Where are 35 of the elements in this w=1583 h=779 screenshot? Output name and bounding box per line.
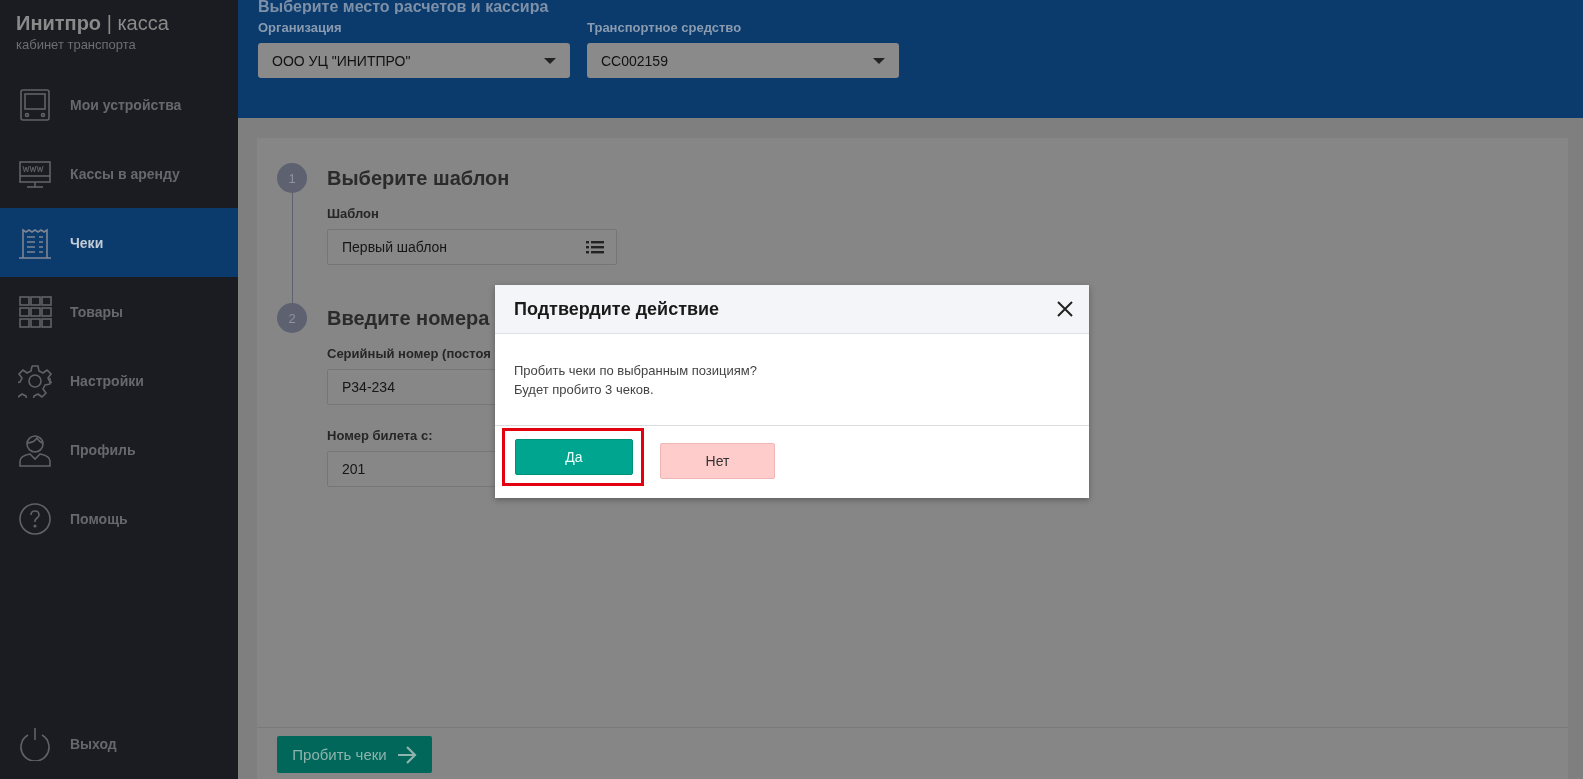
field-label: Шаблон bbox=[327, 205, 380, 223]
help-icon bbox=[18, 501, 52, 536]
select-field[interactable]: ООО УЦ "ИНИТПРО" bbox=[258, 43, 570, 78]
list-icon bbox=[586, 240, 604, 254]
brand-subtitle: кабинет транспорта bbox=[16, 37, 137, 52]
field-label: Транспортное средство bbox=[587, 20, 743, 35]
close-icon bbox=[1057, 301, 1073, 317]
settings-icon bbox=[18, 363, 52, 398]
submit-button[interactable]: Пробить чеки bbox=[277, 736, 432, 773]
caret-icon bbox=[873, 57, 885, 64]
nav-item[interactable]: Профиль bbox=[0, 415, 238, 484]
user-icon bbox=[18, 432, 52, 467]
cancel-button[interactable]: Нет bbox=[660, 443, 775, 479]
nav-item[interactable]: Чеки bbox=[0, 208, 238, 277]
grid-icon bbox=[18, 294, 52, 329]
logout-item[interactable]: Выход bbox=[0, 709, 238, 779]
field-label: Номер билета с: bbox=[327, 427, 434, 445]
brand-logo: Инитпро | касса bbox=[16, 12, 170, 35]
nav-item[interactable]: Кассы в аренду bbox=[0, 139, 238, 208]
power-icon bbox=[18, 727, 52, 761]
step-title: Выберите шаблон bbox=[327, 166, 510, 191]
field-label: Организация bbox=[258, 20, 343, 35]
step-title: Введите номера bbox=[327, 306, 490, 331]
nav-item[interactable]: Настройки bbox=[0, 346, 238, 415]
nav-item[interactable]: Товары bbox=[0, 277, 238, 346]
nav-item[interactable]: Мои устройства bbox=[0, 70, 238, 139]
terminal-icon bbox=[18, 87, 52, 122]
field-label: Серийный номер (постоя bbox=[327, 345, 492, 363]
select-field[interactable]: СС002159 bbox=[587, 43, 899, 78]
caret-icon bbox=[544, 57, 556, 64]
nav-item[interactable]: Помощь bbox=[0, 484, 238, 553]
confirm-button[interactable]: Да bbox=[515, 439, 633, 475]
arrow-right-icon bbox=[396, 745, 417, 764]
dialog-title: Подтвердите действие bbox=[514, 298, 720, 320]
template-field[interactable]: Первый шаблон bbox=[327, 229, 617, 265]
